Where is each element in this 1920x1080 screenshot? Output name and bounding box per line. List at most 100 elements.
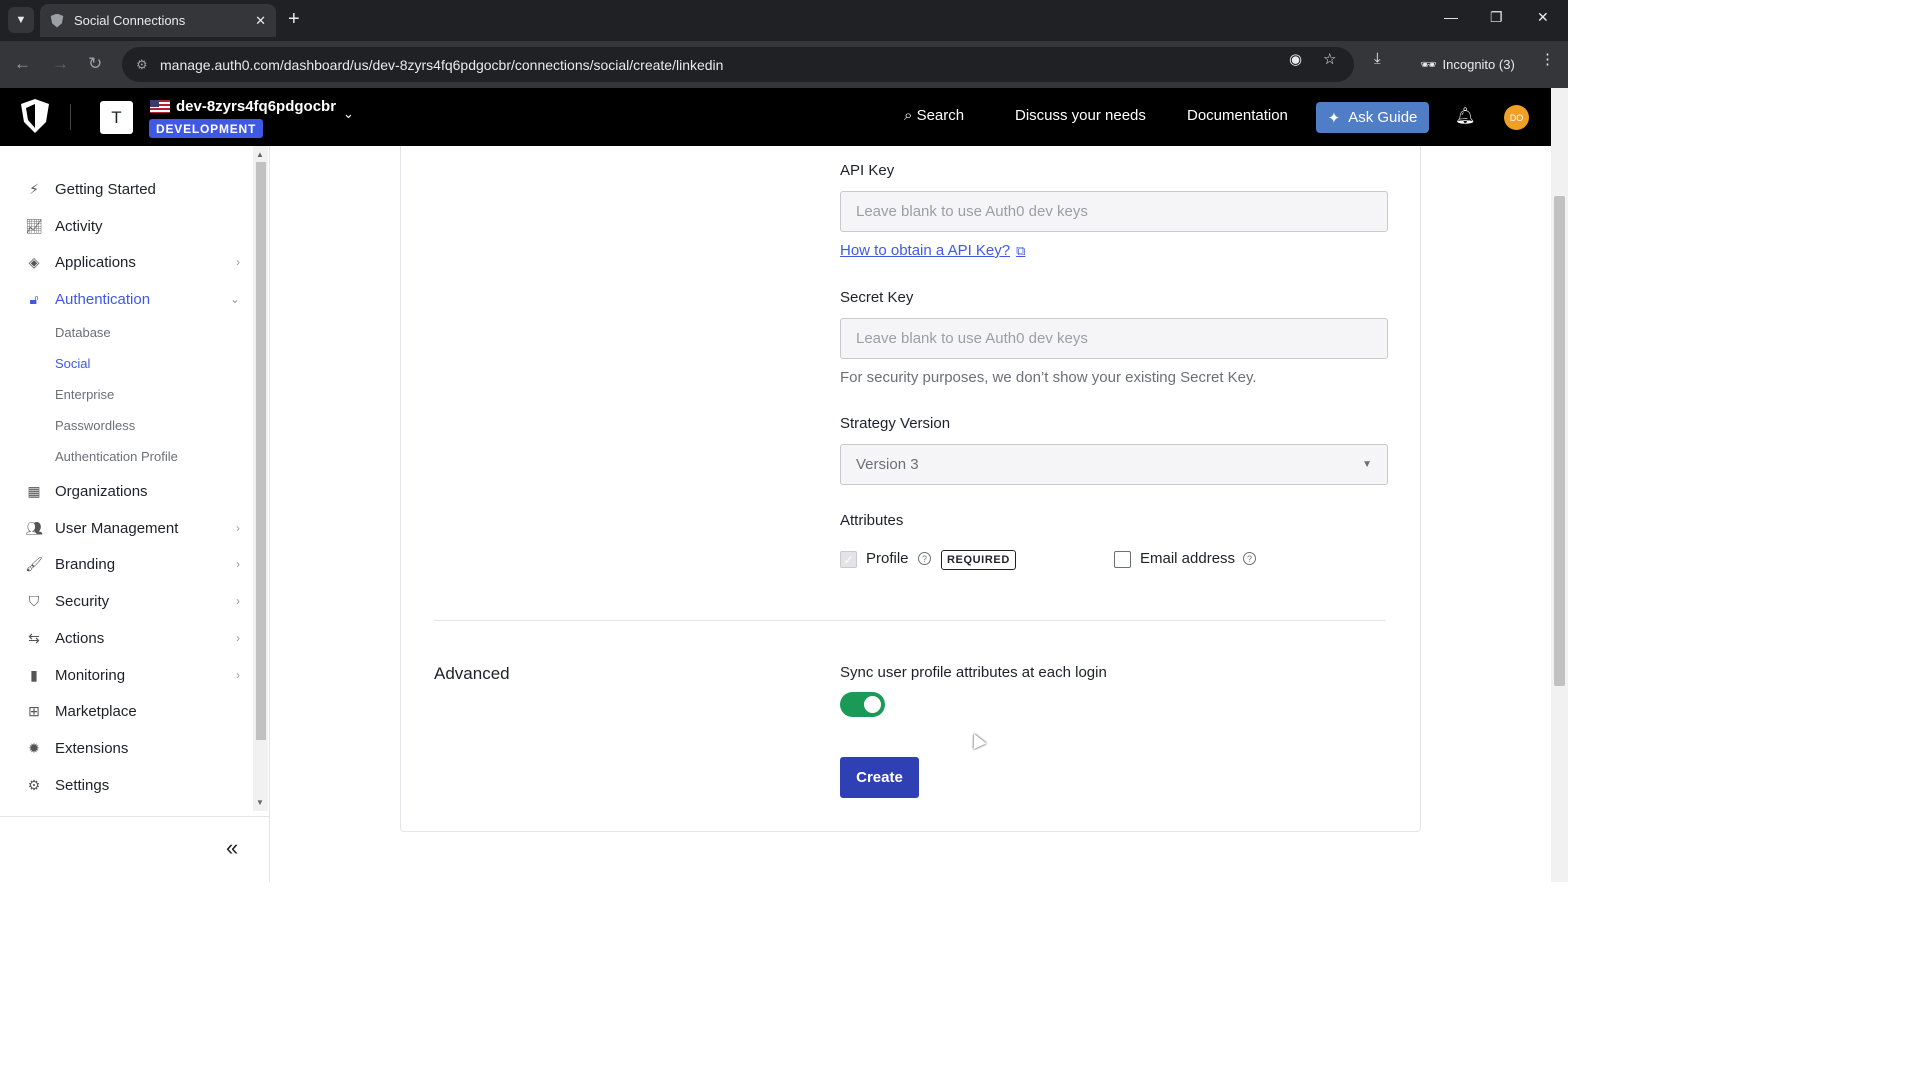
tab-title: Social Connections <box>74 13 186 28</box>
chevron-right-icon: › <box>236 557 240 571</box>
sidebar-label: Getting Started <box>55 180 156 198</box>
sync-profile-label: Sync user profile attributes at each log… <box>840 664 1107 681</box>
obtain-api-key-link[interactable]: How to obtain a API Key? ⧉ <box>840 242 1025 259</box>
incognito-label: Incognito (3) <box>1442 57 1515 72</box>
forward-icon[interactable]: → <box>52 54 69 74</box>
building-icon: ▦ <box>27 482 41 499</box>
bar-chart-icon: ▮ <box>30 666 38 683</box>
strategy-version-select[interactable]: Version 3 ▼ <box>840 444 1388 485</box>
sidebar-item-user-management[interactable]: 👥︎ User Management › <box>0 512 240 544</box>
sidebar-item-organizations[interactable]: ▦ Organizations <box>0 475 240 507</box>
reload-icon[interactable]: ↻ <box>88 54 102 74</box>
chevron-down-icon[interactable]: ⌄ <box>343 106 354 122</box>
sidebar-label: Branding <box>55 555 116 573</box>
sidebar-item-extensions[interactable]: ✹ Extensions <box>0 732 240 764</box>
sidebar-item-settings[interactable]: ⚙ Settings <box>0 769 240 801</box>
collapse-sidebar-icon[interactable]: « <box>226 835 238 861</box>
sidebar-item-activity[interactable]: 📈︎ Activity <box>0 210 240 242</box>
ask-guide-button[interactable]: ✦ Ask Guide <box>1316 102 1429 133</box>
minimize-icon[interactable]: — <box>1444 9 1458 25</box>
auth0-logo-icon[interactable] <box>18 98 52 134</box>
eye-off-icon[interactable]: ◉ <box>1289 50 1302 68</box>
chevron-right-icon: › <box>236 631 240 645</box>
create-button[interactable]: Create <box>840 757 919 798</box>
sidebar-item-security[interactable]: ⛉ Security › <box>0 585 240 617</box>
sidebar-item-authentication[interactable]: 🔓︎ Authentication ⌄ <box>0 283 240 315</box>
api-key-label: API Key <box>840 162 895 179</box>
sidebar-item-marketplace[interactable]: ⊞ Marketplace <box>0 695 240 727</box>
obtain-api-key-text: How to obtain a API Key? <box>840 242 1011 259</box>
shield-icon: ⛉ <box>28 592 40 609</box>
auth0-favicon-icon <box>50 13 64 28</box>
gear-dots-icon: ✹ <box>28 739 40 756</box>
secret-key-help-text: For security purposes, we don’t show you… <box>840 369 1257 386</box>
tenant-selector[interactable]: dev-8zyrs4fq6pdgocbr <box>150 98 336 115</box>
sidebar-item-monitoring[interactable]: ▮ Monitoring › <box>0 659 240 691</box>
chevron-right-icon: › <box>236 668 240 682</box>
sidebar-label: Applications <box>55 253 136 271</box>
profile-label: Profile <box>866 550 909 567</box>
address-bar[interactable]: ⚙ manage.auth0.com/dashboard/us/dev-8zyr… <box>122 47 1354 82</box>
bolt-icon: ⚡︎ <box>29 180 39 197</box>
documentation-link[interactable]: Documentation <box>1187 107 1288 124</box>
download-icon[interactable]: ⤓ <box>1374 50 1381 67</box>
sidebar-sub-enterprise[interactable]: Enterprise <box>55 387 114 402</box>
grid-plus-icon: ⊞ <box>28 702 40 719</box>
back-icon[interactable]: ← <box>14 54 31 74</box>
scroll-up-icon[interactable]: ▲ <box>256 150 264 159</box>
layers-icon: ◈ <box>28 253 40 270</box>
secret-key-input[interactable] <box>840 318 1388 359</box>
tab-close-icon[interactable]: ✕ <box>255 13 266 29</box>
discuss-needs-link[interactable]: Discuss your needs <box>1015 107 1146 124</box>
email-address-label: Email address <box>1140 550 1236 567</box>
us-flag-icon <box>150 100 170 113</box>
help-circle-icon[interactable]: ? <box>1243 552 1256 565</box>
incognito-indicator[interactable]: 🕶 Incognito (3) <box>1408 47 1527 82</box>
sidebar-scrollbar-thumb[interactable] <box>256 162 266 740</box>
restore-icon[interactable]: ❐ <box>1490 9 1503 26</box>
sidebar-label: Monitoring <box>55 666 126 684</box>
sidebar-sub-passwordless[interactable]: Passwordless <box>55 418 135 433</box>
header-divider <box>70 104 71 130</box>
sidebar-sub-database[interactable]: Database <box>55 325 111 340</box>
required-badge: REQUIRED <box>941 550 1016 570</box>
chevron-down-icon: ⌄ <box>229 292 240 306</box>
api-key-input[interactable] <box>840 191 1388 232</box>
sidebar-item-branding[interactable]: 🖌︎ Branding › <box>0 548 240 580</box>
search-icon: ⌕ <box>904 107 913 124</box>
sidebar-sub-authentication-profile[interactable]: Authentication Profile <box>55 449 178 464</box>
strategy-version-value: Version 3 <box>856 456 919 473</box>
advanced-section-title: Advanced <box>434 664 510 683</box>
sidebar-label: User Management <box>55 519 179 537</box>
browser-tab-bar: ▼ Social Connections ✕ + — ❐ ✕ <box>0 0 1568 41</box>
search-button[interactable]: ⌕ Search <box>904 107 964 124</box>
window-close-icon[interactable]: ✕ <box>1537 9 1549 26</box>
sidebar-item-applications[interactable]: ◈ Applications › <box>0 246 240 278</box>
chevron-right-icon: › <box>236 521 240 535</box>
sparkle-icon: ✦ <box>1327 109 1341 127</box>
bookmark-star-icon[interactable]: ☆ <box>1323 50 1336 68</box>
chevron-right-icon: › <box>236 255 240 269</box>
user-avatar[interactable]: DO <box>1504 105 1529 130</box>
tab-list-button[interactable]: ▼ <box>8 7 34 33</box>
notification-bell-icon[interactable]: 🔔︎ <box>1455 106 1475 126</box>
sidebar-sub-social[interactable]: Social <box>55 356 90 371</box>
site-info-icon[interactable]: ⚙ <box>136 57 148 73</box>
sidebar-item-getting-started[interactable]: ⚡︎ Getting Started <box>0 173 240 205</box>
sidebar-label: Security <box>55 592 110 610</box>
profile-checkbox[interactable]: ✓ <box>840 551 857 568</box>
tenant-avatar[interactable]: T <box>100 101 133 134</box>
page-scrollbar-thumb[interactable] <box>1554 196 1565 686</box>
tenant-name: dev-8zyrs4fq6pdgocbr <box>176 98 337 115</box>
new-tab-icon[interactable]: + <box>288 8 300 30</box>
help-circle-icon[interactable]: ? <box>918 552 931 565</box>
brush-icon: 🖌︎ <box>25 555 43 572</box>
scroll-down-icon[interactable]: ▼ <box>256 798 264 807</box>
sidebar-item-actions[interactable]: ⇆ Actions › <box>0 622 240 654</box>
browser-tab[interactable]: Social Connections ✕ <box>40 4 276 37</box>
sync-profile-toggle[interactable] <box>840 692 885 717</box>
attributes-label: Attributes <box>840 512 904 529</box>
email-address-checkbox[interactable] <box>1114 551 1131 568</box>
search-label: Search <box>916 107 965 124</box>
browser-menu-icon[interactable]: ⋮ <box>1540 50 1555 68</box>
